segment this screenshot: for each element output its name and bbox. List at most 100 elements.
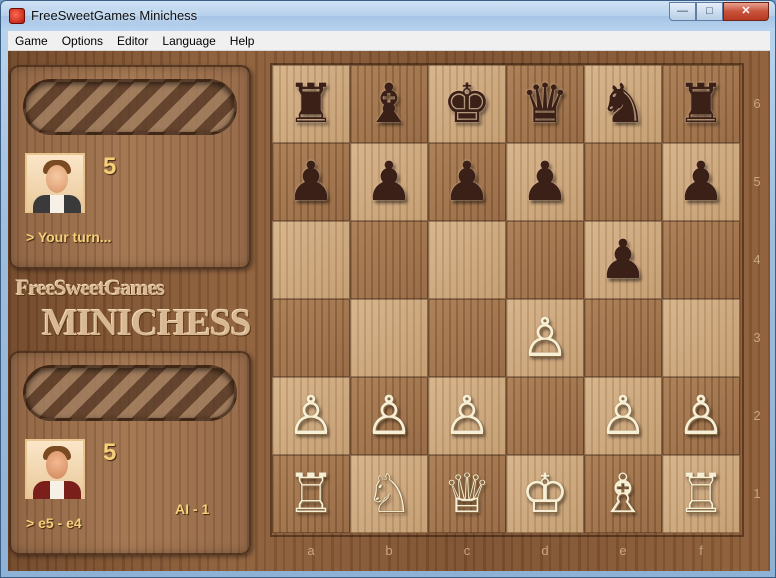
black-pawn-icon[interactable]: ♟: [677, 155, 725, 209]
app-icon: [9, 8, 25, 24]
black-pawn-icon[interactable]: ♟: [287, 155, 335, 209]
square-a6[interactable]: ♜: [272, 65, 350, 143]
black-rook-icon[interactable]: ♜: [287, 77, 335, 131]
square-c6[interactable]: ♚: [428, 65, 506, 143]
white-king-icon[interactable]: ♔: [521, 467, 569, 521]
bottom-player-status: > e5 - e4: [26, 515, 82, 531]
rank-label: 6: [753, 96, 761, 111]
rank-label: 1: [753, 486, 761, 501]
chess-board: ♜ ♝ ♚ ♛ ♞ ♜ ♟ ♟ ♟ ♟ ♟ ♟ ♙ ♙ ♙ ♙ ♙ ♙ ♖ ♘ ♕ ♔ ♗ ♖: [272, 65, 742, 535]
file-label: f: [699, 543, 703, 558]
square-b5[interactable]: ♟: [350, 143, 428, 221]
white-bishop-icon[interactable]: ♗: [599, 467, 647, 521]
file-label: b: [385, 543, 393, 558]
white-pawn-icon[interactable]: ♙: [521, 311, 569, 365]
square-f1[interactable]: ♖: [662, 455, 740, 533]
window-controls: — □ ✕: [669, 2, 769, 21]
black-rook-icon[interactable]: ♜: [677, 77, 725, 131]
game-area: 5 > Your turn... FreeSweetGames MINICHES…: [8, 51, 770, 571]
square-a5[interactable]: ♟: [272, 143, 350, 221]
black-bishop-icon[interactable]: ♝: [365, 77, 413, 131]
square-c5[interactable]: ♟: [428, 143, 506, 221]
square-e2[interactable]: ♙: [584, 377, 662, 455]
square-c2[interactable]: ♙: [428, 377, 506, 455]
white-queen-icon[interactable]: ♕: [443, 467, 491, 521]
square-c3[interactable]: [428, 299, 506, 377]
rank-label: 5: [753, 174, 761, 189]
white-pawn-icon[interactable]: ♙: [443, 389, 491, 443]
rank-label: 2: [753, 408, 761, 423]
square-a2[interactable]: ♙: [272, 377, 350, 455]
file-label: d: [541, 543, 549, 558]
white-pawn-icon[interactable]: ♙: [677, 389, 725, 443]
square-a3[interactable]: [272, 299, 350, 377]
square-f6[interactable]: ♜: [662, 65, 740, 143]
square-a1[interactable]: ♖: [272, 455, 350, 533]
square-e5[interactable]: [584, 143, 662, 221]
title-bar[interactable]: FreeSweetGames Minichess — □ ✕: [1, 1, 775, 31]
menu-game[interactable]: Game: [8, 31, 55, 51]
square-c1[interactable]: ♕: [428, 455, 506, 533]
black-pawn-icon[interactable]: ♟: [443, 155, 491, 209]
game-logo: FreeSweetGames MINICHESS: [14, 273, 254, 345]
white-pawn-icon[interactable]: ♙: [365, 389, 413, 443]
square-f5[interactable]: ♟: [662, 143, 740, 221]
square-e3[interactable]: [584, 299, 662, 377]
square-d3[interactable]: ♙: [506, 299, 584, 377]
square-d5[interactable]: ♟: [506, 143, 584, 221]
top-player-panel: 5 > Your turn...: [9, 65, 251, 269]
menu-bar: Game Options Editor Language Help: [8, 31, 770, 51]
square-b2[interactable]: ♙: [350, 377, 428, 455]
square-b4[interactable]: [350, 221, 428, 299]
square-c4[interactable]: [428, 221, 506, 299]
square-f4[interactable]: [662, 221, 740, 299]
minimize-button[interactable]: —: [669, 2, 696, 21]
white-knight-icon[interactable]: ♘: [365, 467, 413, 521]
square-e6[interactable]: ♞: [584, 65, 662, 143]
square-b1[interactable]: ♘: [350, 455, 428, 533]
black-king-icon[interactable]: ♚: [443, 77, 491, 131]
black-pawn-icon[interactable]: ♟: [365, 155, 413, 209]
maximize-button[interactable]: □: [696, 2, 723, 21]
square-e4[interactable]: ♟: [584, 221, 662, 299]
white-rook-icon[interactable]: ♖: [677, 467, 725, 521]
square-a4[interactable]: [272, 221, 350, 299]
ai-level-label: AI - 1: [175, 501, 210, 517]
app-window: FreeSweetGames Minichess — □ ✕ Game Opti…: [0, 0, 776, 578]
white-pawn-icon[interactable]: ♙: [599, 389, 647, 443]
square-f2[interactable]: ♙: [662, 377, 740, 455]
bottom-player-progress-bar: [23, 365, 237, 421]
black-queen-icon[interactable]: ♛: [521, 77, 569, 131]
top-player-status: > Your turn...: [26, 229, 112, 245]
rank-label: 3: [753, 330, 761, 345]
square-b3[interactable]: [350, 299, 428, 377]
black-knight-icon[interactable]: ♞: [599, 77, 647, 131]
square-b6[interactable]: ♝: [350, 65, 428, 143]
square-d2[interactable]: [506, 377, 584, 455]
black-pawn-icon[interactable]: ♟: [521, 155, 569, 209]
menu-language[interactable]: Language: [155, 31, 222, 51]
logo-line-2: MINICHESS: [42, 302, 251, 344]
menu-options[interactable]: Options: [55, 31, 110, 51]
white-pawn-icon[interactable]: ♙: [287, 389, 335, 443]
file-label: a: [307, 543, 315, 558]
black-pawn-icon[interactable]: ♟: [599, 233, 647, 287]
close-button[interactable]: ✕: [723, 2, 769, 21]
file-label: e: [619, 543, 627, 558]
square-d1[interactable]: ♔: [506, 455, 584, 533]
menu-editor[interactable]: Editor: [110, 31, 155, 51]
square-f3[interactable]: [662, 299, 740, 377]
top-player-avatar: [25, 153, 85, 213]
bottom-player-score: 5: [103, 439, 117, 466]
top-player-progress-bar: [23, 79, 237, 135]
bottom-player-panel: 5 > e5 - e4 AI - 1: [9, 351, 251, 555]
file-label: c: [463, 543, 471, 558]
square-d4[interactable]: [506, 221, 584, 299]
rank-label: 4: [753, 252, 761, 267]
square-d6[interactable]: ♛: [506, 65, 584, 143]
logo-line-1: FreeSweetGames: [16, 275, 165, 300]
bottom-player-avatar: [25, 439, 85, 499]
square-e1[interactable]: ♗: [584, 455, 662, 533]
menu-help[interactable]: Help: [223, 31, 262, 51]
white-rook-icon[interactable]: ♖: [287, 467, 335, 521]
